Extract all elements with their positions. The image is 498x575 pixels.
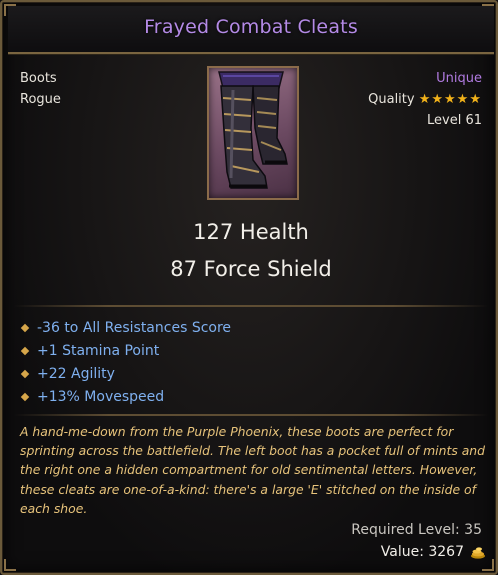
gold-coin-pile-icon [471,547,485,559]
affix-text: +22 Agility [37,365,115,382]
item-category: Boots Rogue [20,68,61,110]
quality-stars-icon: ★★★★★ [418,92,482,107]
item-value: Value: 3267 [381,544,486,560]
force-shield-stat: 87 Force Shield [170,257,332,281]
divider [14,414,488,416]
item-level: Level 61 [427,113,482,128]
affix-text: -36 to All Resistances Score [37,319,232,336]
value-text: Value: 3267 [380,544,464,560]
frame-corner [482,559,494,571]
boots-icon [218,71,288,189]
frame-corner [4,559,16,571]
affix-text: +1 Stamina Point [37,342,160,359]
diamond-bullet-icon [20,369,30,378]
item-name: Frayed Combat Cleats [144,16,358,38]
diamond-bullet-icon [20,392,30,401]
affix-item: +22 Agility [20,362,231,385]
diamond-bullet-icon [20,323,30,332]
item-meta: Unique Quality ★★★★★ Level 61 [368,68,482,131]
item-quality: Quality ★★★★★ [368,89,482,110]
divider [14,305,488,307]
tooltip-header: Frayed Combat Cleats [8,6,494,54]
affix-item: +1 Stamina Point [20,339,231,362]
affix-item: -36 to All Resistances Score [20,316,231,339]
required-level: Required Level: 35 [351,522,482,538]
item-rarity: Unique [436,71,482,86]
item-portrait-boots-icon [207,66,299,200]
item-type: Boots [20,71,57,86]
quality-label: Quality [368,92,415,107]
diamond-bullet-icon [20,346,30,355]
affix-list: -36 to All Resistances Score +1 Stamina … [20,316,231,408]
health-stat: 127 Health [193,220,309,244]
item-class: Rogue [20,92,61,107]
item-tooltip: Frayed Combat Cleats Boots Rogue Unique … [0,0,498,575]
affix-text: +13% Movespeed [37,388,165,405]
affix-item: +13% Movespeed [20,385,231,408]
item-lore: A hand-me-down from the Purple Phoenix, … [20,424,486,516]
